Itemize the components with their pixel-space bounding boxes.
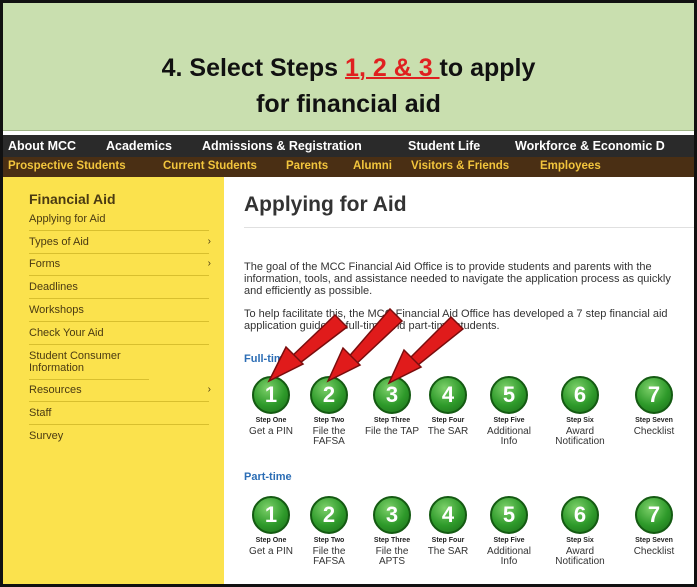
- red-arrow-icon: [387, 315, 465, 385]
- screenshot-frame: 4. Select Steps 1, 2 & 3 to apply for fi…: [0, 0, 697, 587]
- annotation-arrows: [267, 307, 465, 385]
